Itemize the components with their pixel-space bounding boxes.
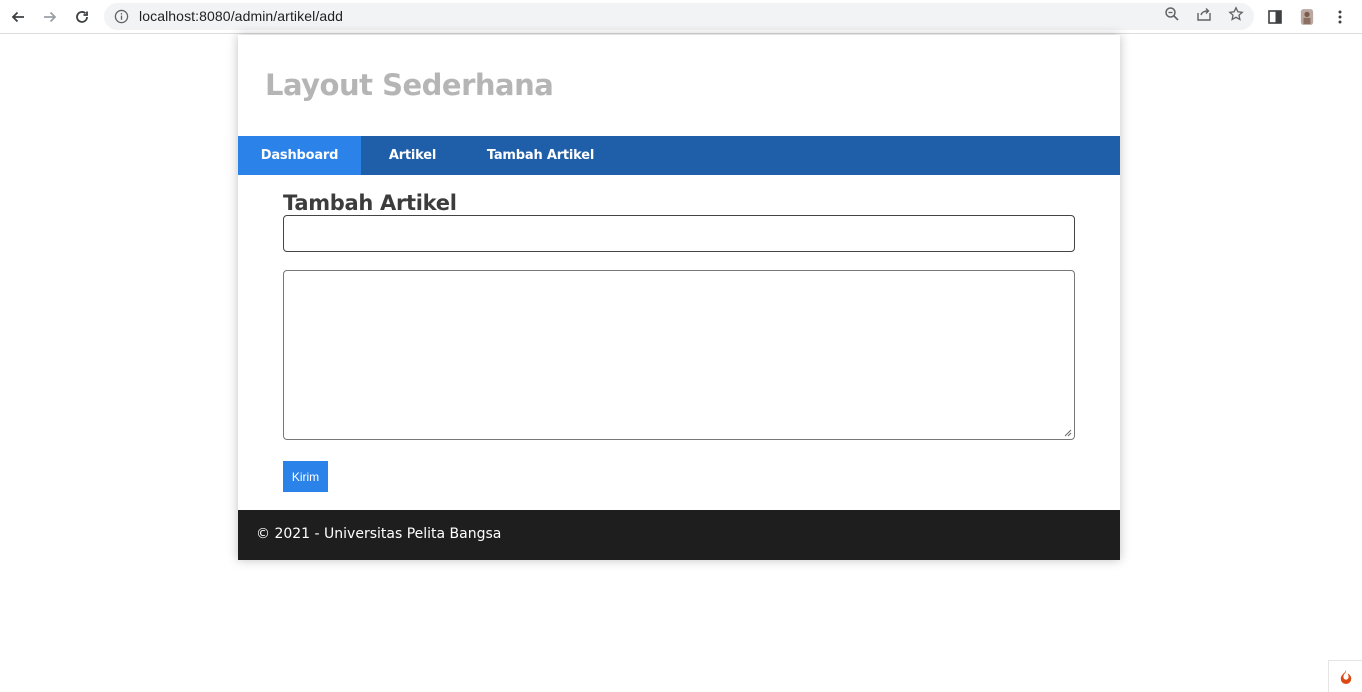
body-textarea[interactable]	[283, 270, 1075, 440]
title-input[interactable]	[283, 215, 1075, 252]
resize-handle-icon[interactable]	[1064, 429, 1072, 437]
browser-toolbar: localhost:8080/admin/artikel/add	[0, 0, 1362, 34]
info-icon[interactable]	[114, 9, 129, 24]
more-menu-icon[interactable]	[1328, 5, 1352, 29]
bookmark-star-icon[interactable]	[1228, 6, 1244, 22]
reload-icon[interactable]	[70, 5, 94, 29]
site-footer: © 2021 - Universitas Pelita Bangsa	[238, 510, 1120, 560]
back-arrow-icon[interactable]	[6, 5, 30, 29]
nav-item-artikel[interactable]: Artikel	[361, 136, 464, 175]
nav-item-dashboard[interactable]: Dashboard	[238, 136, 361, 175]
url-text[interactable]: localhost:8080/admin/artikel/add	[139, 8, 343, 24]
side-panel-icon[interactable]	[1263, 5, 1287, 29]
site-title: Layout Sederhana	[265, 68, 554, 102]
page-heading: Tambah Artikel	[283, 191, 457, 215]
address-bar[interactable]: localhost:8080/admin/artikel/add	[104, 3, 1254, 30]
main-nav: Dashboard Artikel Tambah Artikel	[238, 136, 1120, 175]
page-container: Layout Sederhana Dashboard Artikel Tamba…	[238, 35, 1120, 560]
profile-avatar[interactable]	[1295, 5, 1319, 29]
share-icon[interactable]	[1196, 6, 1212, 22]
site-header: Layout Sederhana	[238, 35, 1120, 136]
submit-button[interactable]: Kirim	[283, 461, 328, 492]
forward-arrow-icon[interactable]	[38, 5, 62, 29]
debug-toolbar-flame-icon[interactable]	[1328, 660, 1362, 692]
footer-copyright: © 2021 - Universitas Pelita Bangsa	[256, 526, 502, 542]
nav-item-tambah-artikel[interactable]: Tambah Artikel	[464, 136, 617, 175]
zoom-icon[interactable]	[1164, 6, 1180, 22]
